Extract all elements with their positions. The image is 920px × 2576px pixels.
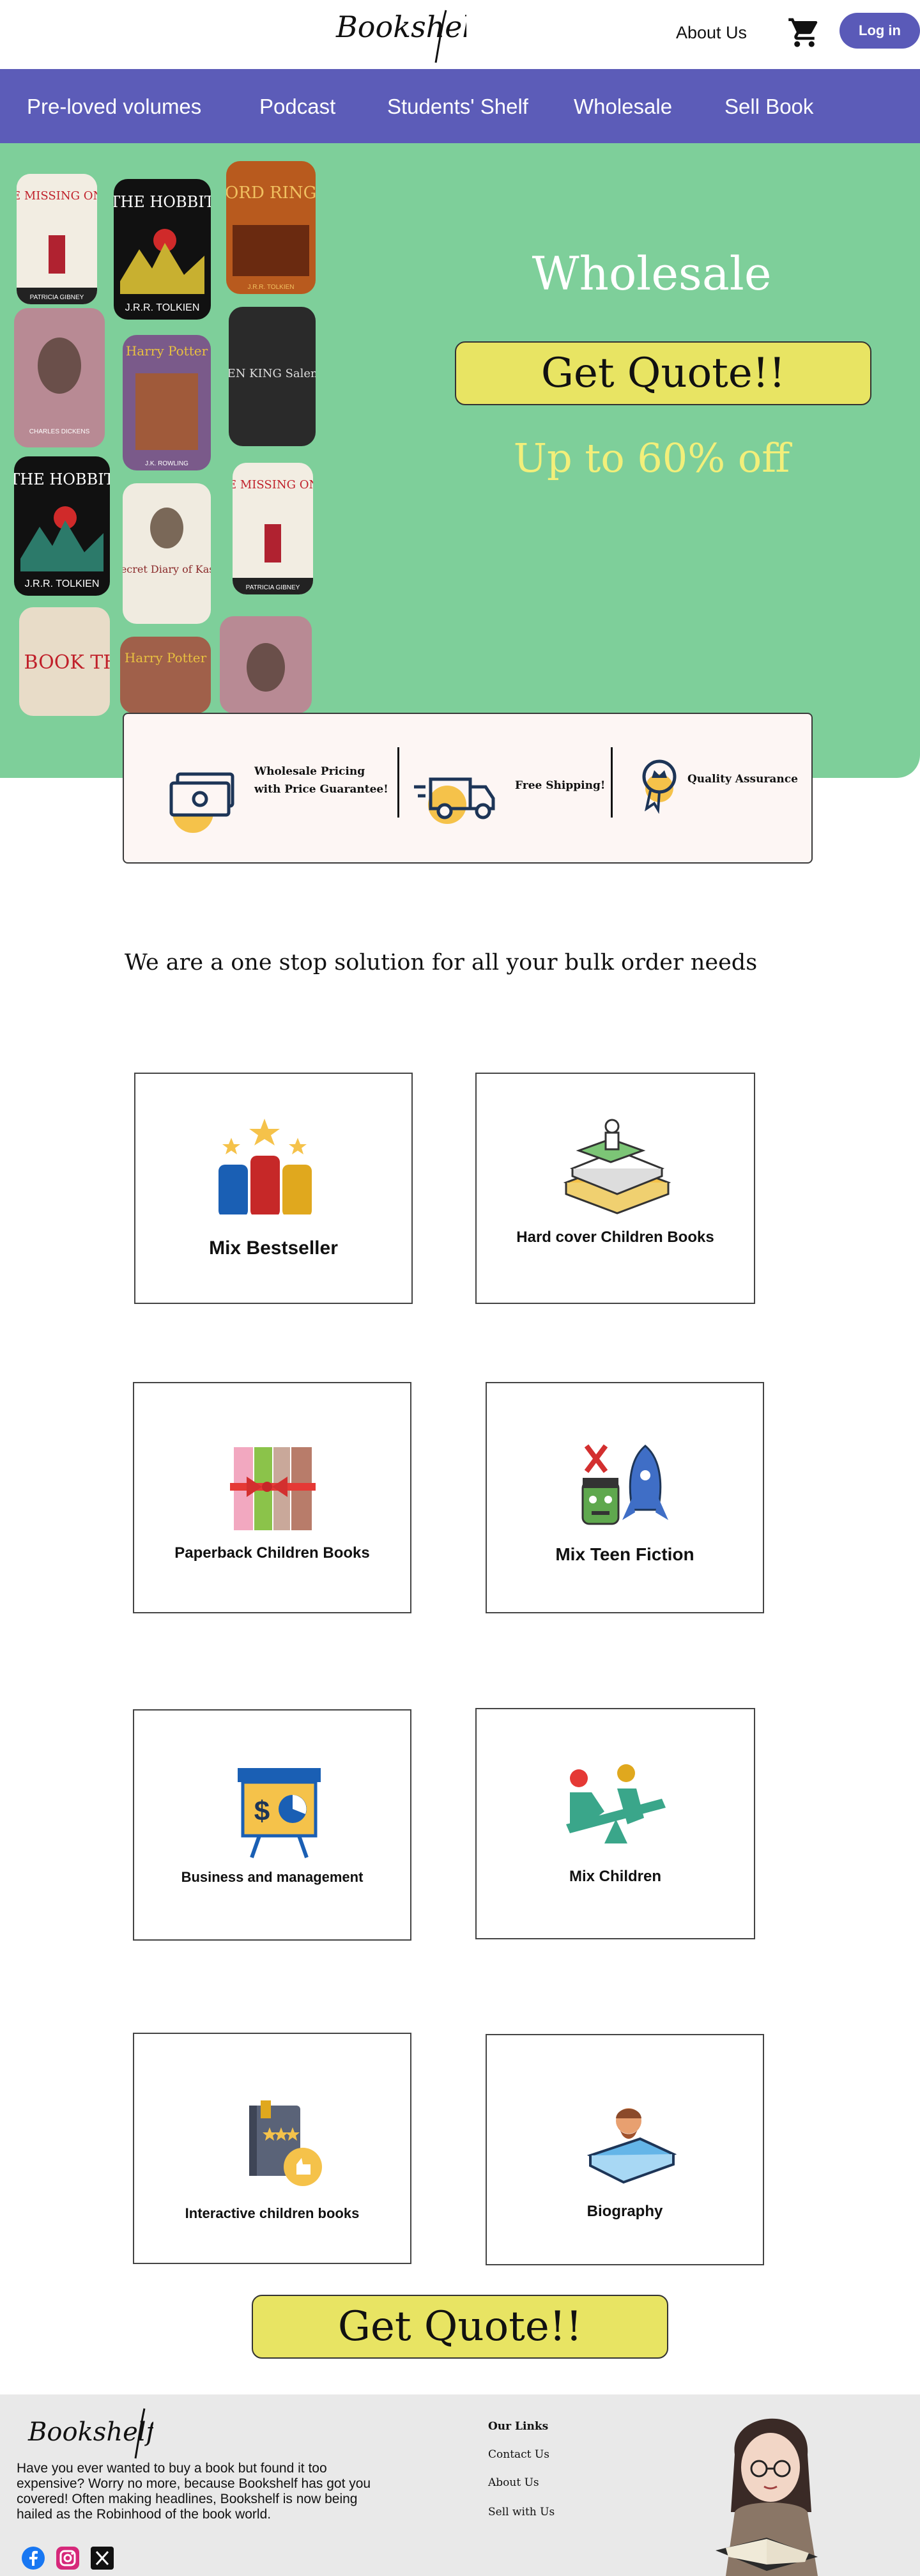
teen-fiction-icon [487,1433,763,1542]
category-card-mix-bestseller[interactable]: Mix Bestseller [134,1073,413,1304]
category-label: Mix Children [569,1868,661,1885]
footer-link-contact[interactable]: Contact Us [488,2448,549,2461]
money-icon [161,757,244,834]
svg-text:J.R.R. TOLKIEN: J.R.R. TOLKIEN [125,302,200,313]
svg-text:PATRICIA GIBNEY: PATRICIA GIBNEY [246,584,300,591]
get-quote-button-bottom[interactable]: Get Quote!! [252,2295,668,2359]
features-box: Wholesale Pricing with Price Guarantee! … [123,713,813,864]
feature-divider [611,747,613,818]
svg-text:The Secret Diary of Kasturba: The Secret Diary of Kasturba [123,563,211,575]
svg-text:J.R.R. TOLKIEN: J.R.R. TOLKIEN [248,284,295,291]
cart-icon[interactable] [787,15,822,50]
x-icon[interactable] [91,2547,114,2570]
book-cover: THE MISSING ONES PATRICIA GIBNEY [233,463,313,594]
category-card-hard-cover[interactable]: Hard cover Children Books [475,1073,755,1304]
footer-links-title: Our Links [488,2420,549,2433]
nav-item-students-shelf[interactable]: Students' Shelf [387,95,528,119]
discount-subtitle: Up to 60% off [513,435,790,481]
svg-text:J.R.R. TOLKIEN: J.R.R. TOLKIEN [25,578,100,589]
category-card-interactive[interactable]: Interactive children books [133,2033,411,2264]
top-header: Bookshelf About Us Log in [0,0,920,69]
book-cover: STEPHEN KING Salem's LOT [229,307,316,446]
login-button[interactable]: Log in [839,13,920,49]
award-badge-icon [635,750,684,814]
nav-item-sell-book[interactable]: Sell Book [724,95,813,119]
footer-link-sell[interactable]: Sell with Us [488,2506,555,2518]
category-card-teen-fiction[interactable]: Mix Teen Fiction [486,1382,764,1613]
tagline: We are a one stop solution for all your … [124,950,758,975]
svg-text:CHARLES DICKENS: CHARLES DICKENS [29,428,90,435]
category-card-mix-children[interactable]: Mix Children [475,1708,755,1939]
svg-text:THE MISSING ONES: THE MISSING ONES [233,478,313,492]
hardcover-books-icon [477,1112,754,1221]
reading-girl-illustration [690,2397,856,2576]
bookshelf-logo[interactable]: Bookshelf [332,4,487,65]
svg-text:Harry Potter: Harry Potter [125,650,207,665]
svg-text:THE MISSING ONES: THE MISSING ONES [17,189,97,203]
category-label: Mix Teen Fiction [555,1544,694,1564]
book-cover: THE BOOK THIEF [19,607,110,716]
svg-text:THE BOOK THIEF: THE BOOK THIEF [19,651,110,674]
svg-text:Bookshelf: Bookshelf [27,2417,153,2447]
category-label: Interactive children books [185,2205,360,2221]
truck-icon [411,754,501,830]
bestseller-icon [135,1106,411,1217]
feature-divider [397,747,399,818]
svg-text:J.K. ROWLING: J.K. ROWLING [145,460,188,467]
footer-logo[interactable]: Bookshelf [26,2403,160,2461]
category-label: Hard cover Children Books [516,1229,714,1246]
book-cover: THE HOBBIT J.R.R. TOLKIEN [14,456,110,596]
biography-icon [487,2097,763,2205]
paperback-books-icon [134,1441,410,1549]
book-cover: CHARLES DICKENS [14,308,105,447]
quality-feature-text: Quality Assurance [687,773,798,786]
category-card-business[interactable]: $ Business and management [133,1709,411,1941]
wholesale-hero: THE MISSING ONES PATRICIA GIBNEY CHARLES… [0,143,920,778]
category-card-paperback[interactable]: Paperback Children Books [133,1382,411,1613]
footer-link-about[interactable]: About Us [488,2476,539,2489]
category-label: Biography [586,2203,663,2220]
category-label: Mix Bestseller [209,1238,338,1259]
instagram-icon[interactable] [56,2547,79,2570]
svg-text:STEPHEN KING Salem's LOT: STEPHEN KING Salem's LOT [229,367,316,380]
category-label: Business and management [181,1869,364,1885]
category-label: Paperback Children Books [174,1544,370,1562]
pricing-feature-text: Wholesale Pricing with Price Guarantee! [254,765,388,796]
nav-item-pre-loved[interactable]: Pre-loved volumes [27,95,201,119]
svg-text:Harry Potter: Harry Potter [126,343,208,359]
svg-text:Bookshelf: Bookshelf [335,10,466,44]
book-cover: LORD RINGS J.R.R. TOLKIEN [226,161,316,294]
about-us-link[interactable]: About Us [676,23,747,43]
facebook-icon[interactable] [22,2547,45,2570]
hero-title: Wholesale [532,247,772,300]
footer-blurb: Have you ever wanted to buy a book but f… [17,2461,371,2522]
svg-text:$: $ [254,1796,270,1827]
book-cover: THE HOBBIT J.R.R. TOLKIEN [114,179,211,320]
business-chart-icon: $ [134,1762,410,1870]
book-cover: Harry Potter [120,637,211,713]
svg-text:THE HOBBIT: THE HOBBIT [114,193,211,211]
book-cover: Harry Potter J.K. ROWLING [123,335,211,470]
main-nav: Pre-loved volumes Podcast Students' Shel… [0,69,920,143]
svg-text:THE HOBBIT: THE HOBBIT [14,470,110,488]
site-footer: Bookshelf Have you ever wanted to buy a … [0,2394,920,2576]
seesaw-icon [477,1760,754,1869]
book-cover: The Secret Diary of Kasturba [123,483,211,624]
shipping-feature-text: Free Shipping! [515,779,606,792]
book-cover [220,616,312,713]
nav-item-wholesale[interactable]: Wholesale [574,95,672,119]
get-quote-button[interactable]: Get Quote!! [455,341,871,405]
svg-text:PATRICIA GIBNEY: PATRICIA GIBNEY [30,294,84,301]
svg-text:LORD RINGS: LORD RINGS [226,183,316,203]
nav-item-podcast[interactable]: Podcast [259,95,335,119]
category-card-biography[interactable]: Biography [486,2034,764,2265]
book-cover: THE MISSING ONES PATRICIA GIBNEY [17,174,97,304]
interactive-book-icon [134,2100,410,2209]
